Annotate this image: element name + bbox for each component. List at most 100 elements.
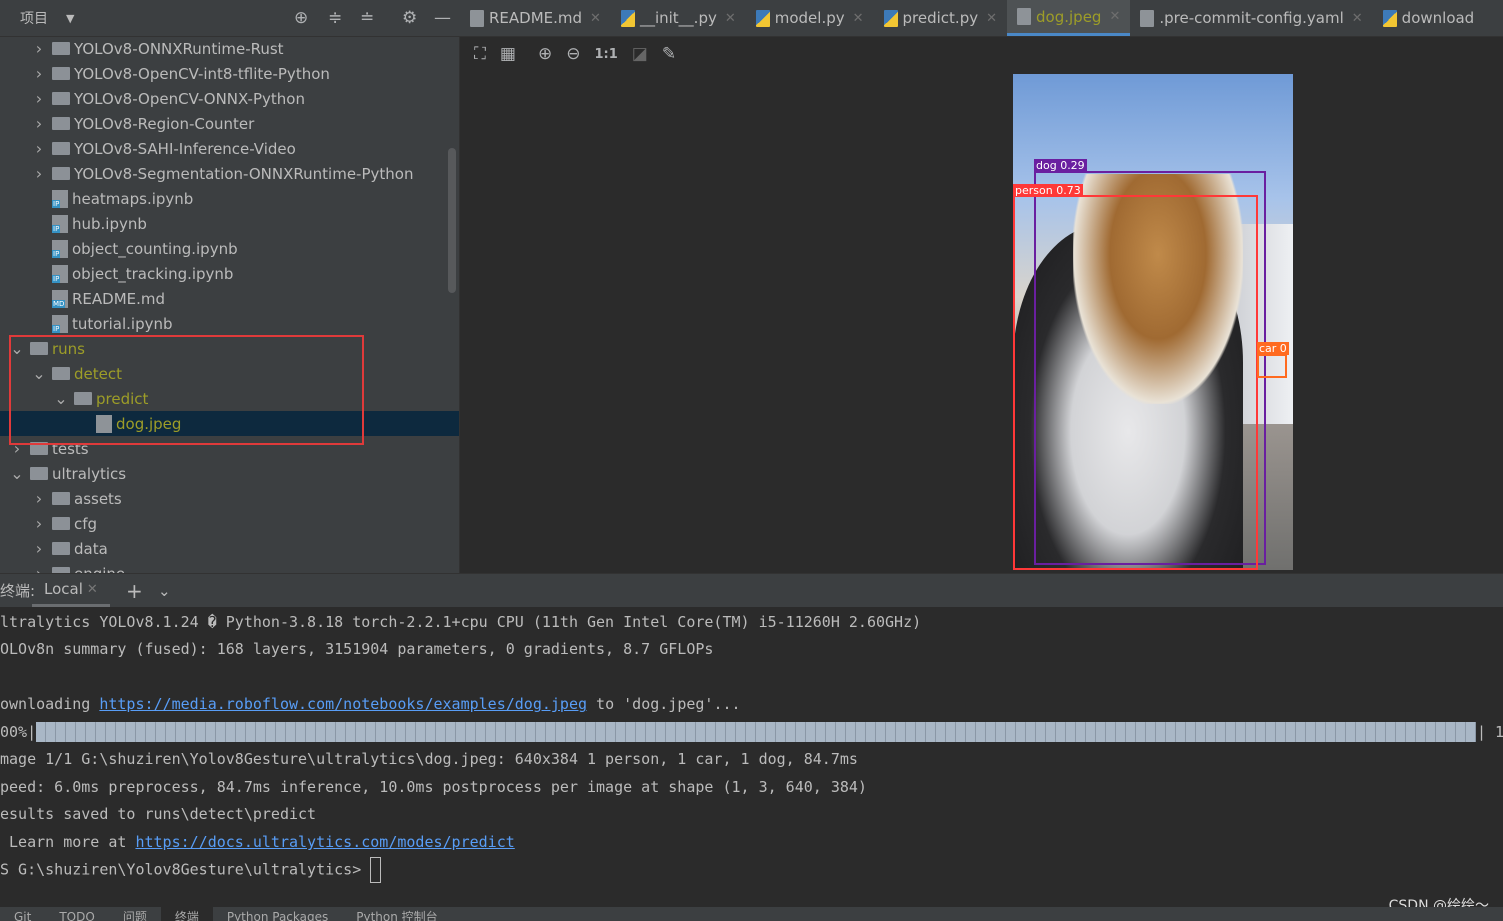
- expand-all-icon[interactable]: ≑: [328, 8, 342, 28]
- minimize-icon[interactable]: —: [434, 8, 451, 28]
- tree-item[interactable]: › YOLOv8-SAHI-Inference-Video: [0, 136, 459, 161]
- file-icon: IP: [52, 189, 68, 208]
- chevron-right-icon[interactable]: ›: [32, 89, 46, 108]
- file-icon: IP: [52, 239, 68, 258]
- add-terminal-icon[interactable]: +: [126, 579, 143, 603]
- tree-item[interactable]: IP object_counting.ipynb: [0, 236, 459, 261]
- chevron-right-icon[interactable]: ›: [32, 139, 46, 158]
- folder-icon: [52, 542, 70, 555]
- tree-item-label: data: [74, 539, 108, 558]
- project-title[interactable]: 项目: [20, 8, 48, 28]
- tab-dog-jpeg[interactable]: dog.jpeg ✕: [1007, 0, 1131, 36]
- folder-icon: [52, 117, 70, 130]
- tree-item[interactable]: › YOLOv8-Region-Counter: [0, 111, 459, 136]
- tree-item[interactable]: ⌄ ultralytics: [0, 461, 459, 486]
- text: to 'dog.jpeg'...: [587, 695, 741, 713]
- bottom-tab[interactable]: Python Packages: [213, 907, 342, 921]
- tree-item-label: YOLOv8-SAHI-Inference-Video: [74, 139, 296, 158]
- tab-predict-py[interactable]: predict.py ✕: [874, 0, 1007, 36]
- editor-tabs: README.md ✕ __init__.py ✕ model.py ✕ predict.p…: [460, 0, 1503, 37]
- cursor: [370, 857, 382, 883]
- close-icon[interactable]: ✕: [986, 11, 997, 26]
- tab-label: predict.py: [902, 9, 979, 27]
- actual-size-icon[interactable]: 1:1: [594, 47, 617, 62]
- person-label: person 0.73: [1013, 184, 1083, 197]
- tab--pre-commit-config-yaml[interactable]: .pre-commit-config.yaml ✕: [1130, 0, 1372, 36]
- tree-item[interactable]: › YOLOv8-Segmentation-ONNXRuntime-Python: [0, 161, 459, 186]
- tree-item[interactable]: IP tutorial.ipynb: [0, 311, 459, 336]
- close-icon[interactable]: ✕: [725, 11, 736, 26]
- close-icon[interactable]: ✕: [853, 11, 864, 26]
- terminal-tab-local[interactable]: Local ✕: [32, 574, 110, 607]
- chevron-down-icon[interactable]: ⌄: [158, 582, 171, 600]
- dropdown-icon[interactable]: ▼: [66, 12, 74, 25]
- terminal-line: peed: 6.0ms preprocess, 84.7ms inference…: [0, 778, 867, 796]
- image-toolbar: ⛶ ▦ ⊕ ⊖ 1:1 ◪ ✎: [460, 37, 1503, 71]
- zoom-out-icon[interactable]: ⊖: [566, 44, 580, 64]
- tree-item-label: engine: [74, 565, 125, 574]
- close-icon[interactable]: ✕: [87, 582, 98, 597]
- folder-icon: [52, 167, 70, 180]
- tree-item[interactable]: IP heatmaps.ipynb: [0, 186, 459, 211]
- close-icon[interactable]: ✕: [1352, 11, 1363, 26]
- chevron-right-icon[interactable]: ›: [32, 164, 46, 183]
- tree-item[interactable]: IP hub.ipynb: [0, 211, 459, 236]
- chevron-right-icon[interactable]: ›: [32, 489, 46, 508]
- tree-item[interactable]: › YOLOv8-OpenCV-ONNX-Python: [0, 86, 459, 111]
- python-file-icon: [620, 9, 635, 27]
- terminal-line: OLOv8n summary (fused): 168 layers, 3151…: [0, 640, 714, 658]
- chevron-right-icon[interactable]: ›: [32, 514, 46, 533]
- download-link[interactable]: https://media.roboflow.com/notebooks/exa…: [99, 695, 587, 713]
- chevron-down-icon[interactable]: ⌄: [10, 464, 24, 483]
- chevron-right-icon[interactable]: ›: [32, 114, 46, 133]
- bottom-tab[interactable]: TODO: [45, 907, 108, 921]
- bottom-tab[interactable]: 终端: [160, 907, 213, 921]
- highlight-annotation: [9, 335, 364, 445]
- folder-icon: [52, 92, 70, 105]
- tree-item[interactable]: › assets: [0, 486, 459, 511]
- terminal-output[interactable]: ltralytics YOLOv8.1.24 � Python-3.8.18 t…: [0, 607, 1503, 907]
- locate-icon[interactable]: ⊕: [294, 8, 308, 28]
- tree-item[interactable]: › data: [0, 536, 459, 561]
- tree-item[interactable]: IP object_tracking.ipynb: [0, 261, 459, 286]
- tab-model-py[interactable]: model.py ✕: [746, 0, 874, 36]
- gear-icon[interactable]: ⚙: [402, 8, 417, 28]
- tree-item[interactable]: › engine: [0, 561, 459, 573]
- docs-link[interactable]: https://docs.ultralytics.com/modes/predi…: [135, 833, 514, 851]
- chevron-right-icon[interactable]: ›: [32, 64, 46, 83]
- tree-scrollbar[interactable]: [448, 148, 456, 293]
- background-icon[interactable]: ◪: [632, 44, 648, 64]
- tree-item-label: heatmaps.ipynb: [72, 189, 194, 208]
- project-tree: › YOLOv8-ONNXRuntime-Rust › YOLOv8-OpenCV-i…: [0, 37, 460, 573]
- bottom-tab[interactable]: Git: [0, 907, 45, 921]
- yaml-file-icon: [1140, 9, 1155, 27]
- bottom-tab[interactable]: Python 控制台: [342, 907, 451, 921]
- python-file-icon: [883, 9, 898, 27]
- chevron-right-icon[interactable]: ›: [32, 539, 46, 558]
- close-icon[interactable]: ✕: [590, 11, 601, 26]
- close-icon[interactable]: ✕: [1109, 9, 1120, 24]
- chevron-right-icon[interactable]: ›: [32, 564, 46, 573]
- zoom-in-icon[interactable]: ⊕: [538, 44, 552, 64]
- file-badge: IP: [52, 224, 61, 233]
- file-badge: MD: [52, 299, 66, 308]
- tree-item[interactable]: › YOLOv8-ONNXRuntime-Rust: [0, 37, 459, 61]
- tree-item-label: assets: [74, 489, 122, 508]
- color-picker-icon[interactable]: ✎: [662, 44, 676, 64]
- tree-item-label: object_tracking.ipynb: [72, 264, 234, 283]
- tree-item[interactable]: › cfg: [0, 511, 459, 536]
- tab-readme-md[interactable]: README.md ✕: [460, 0, 611, 36]
- bottom-tab[interactable]: 问题: [109, 907, 161, 921]
- tree-item[interactable]: › YOLOv8-OpenCV-int8-tflite-Python: [0, 61, 459, 86]
- grid-icon[interactable]: ▦: [500, 44, 516, 64]
- collapse-all-icon[interactable]: ≐: [360, 8, 374, 28]
- file-icon: IP: [52, 214, 68, 233]
- tab-download[interactable]: download: [1373, 0, 1485, 36]
- fit-icon[interactable]: ⛶: [474, 44, 486, 64]
- folder-icon: [52, 492, 70, 505]
- tree-item[interactable]: MD README.md: [0, 286, 459, 311]
- chevron-right-icon[interactable]: ›: [32, 39, 46, 58]
- tab--init-py[interactable]: __init__.py ✕: [611, 0, 746, 36]
- terminal-prompt: S G:\shuziren\Yolov8Gesture\ultralytics>: [0, 857, 382, 883]
- tree-item-label: YOLOv8-Segmentation-ONNXRuntime-Python: [74, 164, 414, 183]
